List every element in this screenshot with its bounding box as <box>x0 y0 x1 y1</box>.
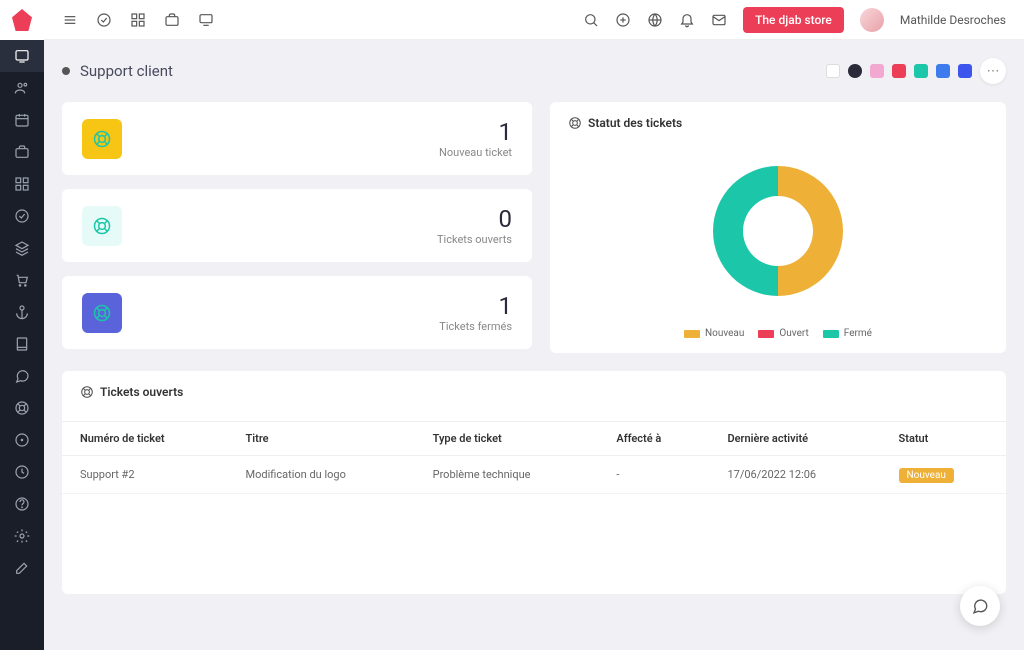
col-activity: Dernière activité <box>709 422 880 456</box>
col-type: Type de ticket <box>415 422 599 456</box>
nav-clock[interactable] <box>0 456 44 488</box>
monitor-icon[interactable] <box>198 12 214 28</box>
nav-support[interactable] <box>0 392 44 424</box>
nav-edit[interactable] <box>0 552 44 584</box>
lifebuoy-icon <box>82 206 122 246</box>
search-icon[interactable] <box>583 12 599 28</box>
chart-title: Statut des tickets <box>588 116 682 130</box>
lifebuoy-icon <box>568 116 582 130</box>
stat-card-new: 1Nouveau ticket <box>62 102 532 175</box>
nav-chat[interactable] <box>0 360 44 392</box>
avatar[interactable] <box>860 8 884 32</box>
logo[interactable] <box>0 0 44 40</box>
legend-item: Ouvert <box>758 328 808 339</box>
stat-value: 1 <box>439 292 512 320</box>
nav-check[interactable] <box>0 200 44 232</box>
nav-anchor[interactable] <box>0 296 44 328</box>
col-status: Statut <box>881 422 1006 456</box>
table-title: Tickets ouverts <box>100 385 183 399</box>
briefcase-icon[interactable] <box>164 12 180 28</box>
add-icon[interactable] <box>615 12 631 28</box>
theme-color-6[interactable] <box>958 64 972 78</box>
nav-briefcase[interactable] <box>0 136 44 168</box>
chat-fab[interactable] <box>960 586 1000 626</box>
username-label: Mathilde Desroches <box>900 13 1006 27</box>
nav-dashboard[interactable] <box>0 40 44 72</box>
col-num: Numéro de ticket <box>62 422 228 456</box>
tickets-table: Numéro de ticket Titre Type de ticket Af… <box>62 421 1006 494</box>
sidebar <box>0 0 44 650</box>
theme-colors: ⋯ <box>826 58 1006 84</box>
tickets-table-card: Tickets ouverts Numéro de ticket Titre T… <box>62 371 1006 594</box>
stat-card-open: 0Tickets ouverts <box>62 189 532 262</box>
stat-value: 0 <box>437 205 512 233</box>
theme-color-0[interactable] <box>826 64 840 78</box>
table-row[interactable]: Support #2 Modification du logo Problème… <box>62 456 1006 494</box>
stat-label: Tickets ouverts <box>437 233 512 246</box>
nav-cart[interactable] <box>0 264 44 296</box>
nav-book[interactable] <box>0 328 44 360</box>
status-badge: Nouveau <box>899 468 954 483</box>
stat-label: Tickets fermés <box>439 320 512 333</box>
store-button[interactable]: The djab store <box>743 7 844 33</box>
grid-icon[interactable] <box>130 12 146 28</box>
bell-icon[interactable] <box>679 12 695 28</box>
nav-settings[interactable] <box>0 520 44 552</box>
lifebuoy-icon <box>80 385 94 399</box>
donut-chart <box>693 146 863 316</box>
page-header: Support client ⋯ <box>62 58 1006 84</box>
check-icon[interactable] <box>96 12 112 28</box>
chart-card: Statut des tickets Nouveau Ouvert Fermé <box>550 102 1006 353</box>
theme-color-1[interactable] <box>848 64 862 78</box>
stat-label: Nouveau ticket <box>439 146 512 159</box>
nav-grid[interactable] <box>0 168 44 200</box>
nav-users[interactable] <box>0 72 44 104</box>
nav-layers[interactable] <box>0 232 44 264</box>
lifebuoy-icon <box>82 293 122 333</box>
stat-value: 1 <box>439 118 512 146</box>
mail-icon[interactable] <box>711 12 727 28</box>
theme-color-3[interactable] <box>892 64 906 78</box>
page-title: Support client <box>80 62 173 80</box>
legend-item: Fermé <box>823 328 872 339</box>
nav-calendar[interactable] <box>0 104 44 136</box>
menu-icon[interactable] <box>62 12 78 28</box>
nav-help[interactable] <box>0 488 44 520</box>
theme-color-5[interactable] <box>936 64 950 78</box>
legend-item: Nouveau <box>684 328 744 339</box>
page-dot-icon <box>62 67 70 75</box>
more-button[interactable]: ⋯ <box>980 58 1006 84</box>
topbar: The djab store Mathilde Desroches <box>44 0 1024 40</box>
col-assignee: Affecté à <box>598 422 709 456</box>
col-title: Titre <box>228 422 415 456</box>
lifebuoy-icon <box>82 119 122 159</box>
globe-icon[interactable] <box>647 12 663 28</box>
stat-card-closed: 1Tickets fermés <box>62 276 532 349</box>
nav-target[interactable] <box>0 424 44 456</box>
theme-color-2[interactable] <box>870 64 884 78</box>
chart-legend: Nouveau Ouvert Fermé <box>684 328 872 339</box>
theme-color-4[interactable] <box>914 64 928 78</box>
